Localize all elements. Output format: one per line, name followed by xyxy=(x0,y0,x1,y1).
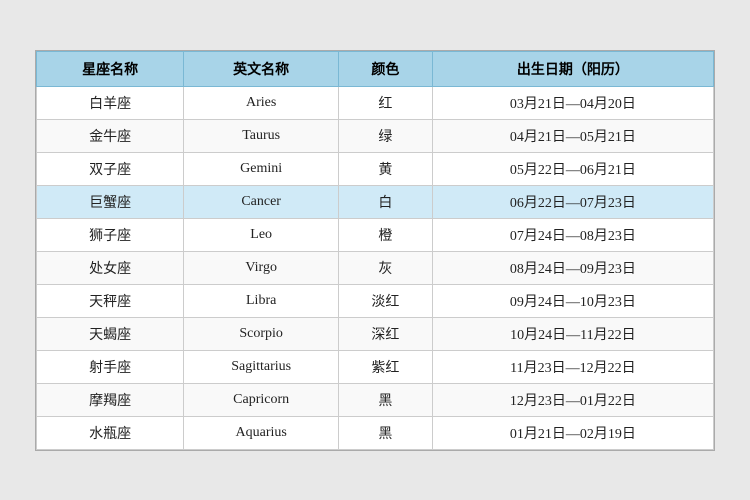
table-row: 天蝎座Scorpio深红10月24日—11月22日 xyxy=(37,317,714,350)
table-cell: 08月24日—09月23日 xyxy=(432,251,713,284)
table-cell: Cancer xyxy=(184,185,339,218)
table-cell: 12月23日—01月22日 xyxy=(432,383,713,416)
table-cell: 03月21日—04月20日 xyxy=(432,86,713,119)
table-cell: Aries xyxy=(184,86,339,119)
table-cell: 10月24日—11月22日 xyxy=(432,317,713,350)
table-cell: 摩羯座 xyxy=(37,383,184,416)
table-cell: 处女座 xyxy=(37,251,184,284)
table-cell: 09月24日—10月23日 xyxy=(432,284,713,317)
table-cell: 07月24日—08月23日 xyxy=(432,218,713,251)
table-row: 双子座Gemini黄05月22日—06月21日 xyxy=(37,152,714,185)
table-cell: 紫红 xyxy=(339,350,433,383)
header-chinese-name: 星座名称 xyxy=(37,51,184,86)
table-cell: Aquarius xyxy=(184,416,339,449)
header-english-name: 英文名称 xyxy=(184,51,339,86)
table-cell: 01月21日—02月19日 xyxy=(432,416,713,449)
table-cell: 06月22日—07月23日 xyxy=(432,185,713,218)
table-cell: 深红 xyxy=(339,317,433,350)
table-cell: Libra xyxy=(184,284,339,317)
table-row: 摩羯座Capricorn黑12月23日—01月22日 xyxy=(37,383,714,416)
table-row: 狮子座Leo橙07月24日—08月23日 xyxy=(37,218,714,251)
header-color: 颜色 xyxy=(339,51,433,86)
table-cell: 双子座 xyxy=(37,152,184,185)
table-cell: 白羊座 xyxy=(37,86,184,119)
table-cell: 射手座 xyxy=(37,350,184,383)
table-row: 金牛座Taurus绿04月21日—05月21日 xyxy=(37,119,714,152)
table-cell: Taurus xyxy=(184,119,339,152)
table-header-row: 星座名称 英文名称 颜色 出生日期（阳历） xyxy=(37,51,714,86)
table-cell: 绿 xyxy=(339,119,433,152)
table-cell: 巨蟹座 xyxy=(37,185,184,218)
table-cell: 黑 xyxy=(339,383,433,416)
table-cell: Capricorn xyxy=(184,383,339,416)
table-cell: Gemini xyxy=(184,152,339,185)
table-cell: Leo xyxy=(184,218,339,251)
table-cell: 淡红 xyxy=(339,284,433,317)
table-cell: Scorpio xyxy=(184,317,339,350)
table-cell: 黄 xyxy=(339,152,433,185)
table-cell: 狮子座 xyxy=(37,218,184,251)
table-cell: Virgo xyxy=(184,251,339,284)
table-cell: 水瓶座 xyxy=(37,416,184,449)
table-row: 射手座Sagittarius紫红11月23日—12月22日 xyxy=(37,350,714,383)
zodiac-table-container: 星座名称 英文名称 颜色 出生日期（阳历） 白羊座Aries红03月21日—04… xyxy=(35,50,715,451)
table-cell: 黑 xyxy=(339,416,433,449)
table-cell: 橙 xyxy=(339,218,433,251)
table-cell: Sagittarius xyxy=(184,350,339,383)
table-row: 白羊座Aries红03月21日—04月20日 xyxy=(37,86,714,119)
table-cell: 红 xyxy=(339,86,433,119)
header-dates: 出生日期（阳历） xyxy=(432,51,713,86)
table-cell: 天蝎座 xyxy=(37,317,184,350)
table-row: 巨蟹座Cancer白06月22日—07月23日 xyxy=(37,185,714,218)
table-cell: 白 xyxy=(339,185,433,218)
table-cell: 04月21日—05月21日 xyxy=(432,119,713,152)
table-cell: 11月23日—12月22日 xyxy=(432,350,713,383)
table-row: 天秤座Libra淡红09月24日—10月23日 xyxy=(37,284,714,317)
table-cell: 灰 xyxy=(339,251,433,284)
table-row: 水瓶座Aquarius黑01月21日—02月19日 xyxy=(37,416,714,449)
zodiac-table: 星座名称 英文名称 颜色 出生日期（阳历） 白羊座Aries红03月21日—04… xyxy=(36,51,714,450)
table-cell: 天秤座 xyxy=(37,284,184,317)
table-row: 处女座Virgo灰08月24日—09月23日 xyxy=(37,251,714,284)
table-cell: 金牛座 xyxy=(37,119,184,152)
table-cell: 05月22日—06月21日 xyxy=(432,152,713,185)
